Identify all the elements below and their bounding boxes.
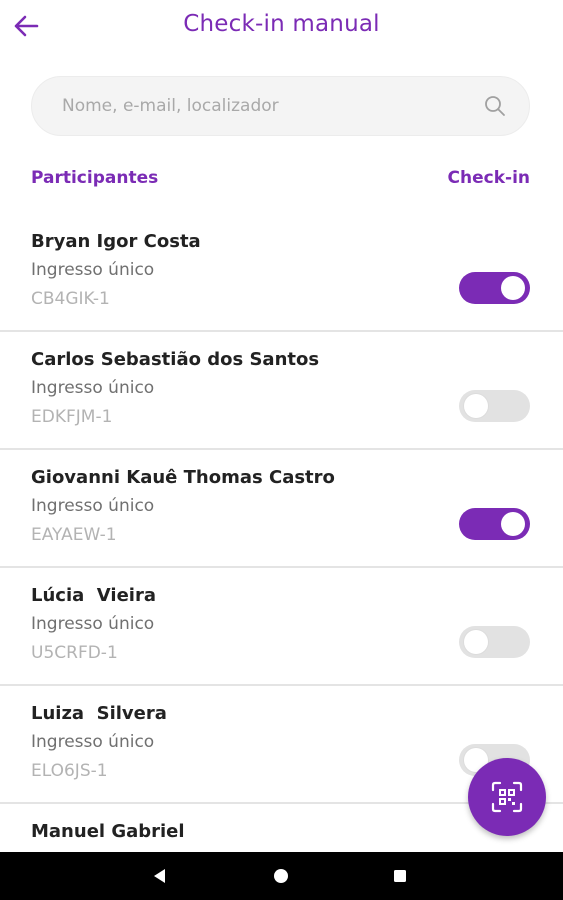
column-headers: Participantes Check-in xyxy=(31,168,530,194)
search-icon[interactable] xyxy=(483,94,507,118)
checkin-toggle[interactable] xyxy=(459,272,530,304)
nav-home-button[interactable] xyxy=(269,864,293,888)
checkin-toggle[interactable] xyxy=(459,508,530,540)
participants-header: Participantes xyxy=(31,168,159,188)
participant-name: Lúcia Vieira xyxy=(31,585,156,606)
list-item: Giovanni Kauê Thomas Castro Ingresso úni… xyxy=(0,450,563,568)
checkin-toggle[interactable] xyxy=(459,626,530,658)
participant-name: Luiza Silvera xyxy=(31,703,167,724)
search-bar[interactable] xyxy=(31,76,530,136)
participant-name: Bryan Igor Costa xyxy=(31,231,201,252)
qr-scan-button[interactable] xyxy=(468,758,546,836)
nav-recents-button[interactable] xyxy=(388,864,412,888)
checkin-header: Check-in xyxy=(447,168,530,188)
participant-name: Giovanni Kauê Thomas Castro xyxy=(31,467,335,488)
checkin-toggle[interactable] xyxy=(459,390,530,422)
nav-back-button[interactable] xyxy=(148,864,172,888)
list-item: Carlos Sebastião dos Santos Ingresso úni… xyxy=(0,332,563,450)
search-input[interactable] xyxy=(62,96,483,116)
toggle-knob xyxy=(464,394,488,418)
triangle-back-icon xyxy=(154,869,165,883)
ticket-type: Ingresso único xyxy=(31,614,155,634)
square-recents-icon xyxy=(394,870,406,882)
toggle-knob xyxy=(464,630,488,654)
circle-home-icon xyxy=(274,869,288,883)
page-title: Check-in manual xyxy=(183,11,380,37)
participant-name: Carlos Sebastião dos Santos xyxy=(31,349,320,370)
ticket-type: Ingresso único xyxy=(31,496,155,516)
ticket-code: EAYAEW-1 xyxy=(31,525,117,545)
app-bar: Check-in manual xyxy=(0,0,563,56)
ticket-code: U5CRFD-1 xyxy=(31,643,118,663)
ticket-code: ELO6JS-1 xyxy=(31,761,108,781)
participant-name: Manuel Gabriel xyxy=(31,821,185,842)
system-nav-bar xyxy=(0,852,563,900)
ticket-code: CB4GIK-1 xyxy=(31,289,110,309)
ticket-code: EDKFJM-1 xyxy=(31,407,113,427)
list-item: Lúcia Vieira Ingresso único U5CRFD-1 xyxy=(0,568,563,686)
ticket-type: Ingresso único xyxy=(31,260,155,280)
ticket-type: Ingresso único xyxy=(31,732,155,752)
qr-scan-icon xyxy=(491,781,523,813)
toggle-knob xyxy=(501,276,525,300)
toggle-knob xyxy=(501,512,525,536)
list-item: Bryan Igor Costa Ingresso único CB4GIK-1 xyxy=(0,214,563,332)
ticket-type: Ingresso único xyxy=(31,378,155,398)
